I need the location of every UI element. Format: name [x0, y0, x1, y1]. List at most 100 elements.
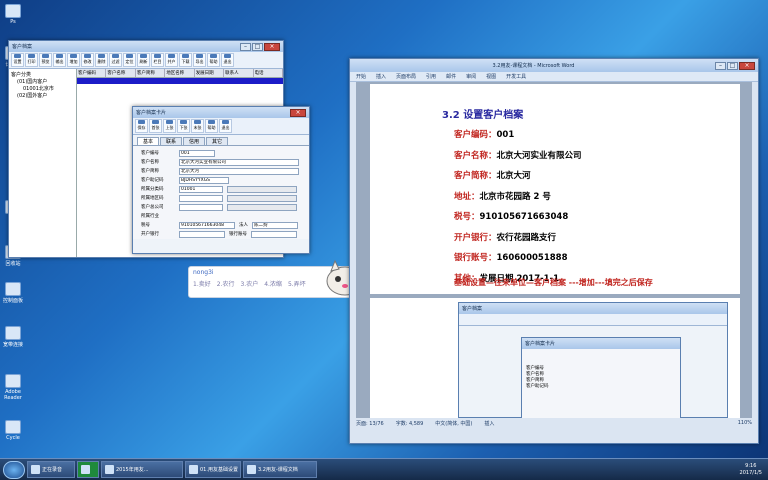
tab-basic[interactable]: 基本: [137, 137, 160, 145]
toolbar-button[interactable]: 修改: [81, 53, 94, 67]
toolbar-button[interactable]: 下载: [179, 53, 192, 67]
maximize-button[interactable]: □: [252, 42, 263, 51]
column-header[interactable]: 客户名称: [106, 69, 136, 77]
ribbon-tab[interactable]: 插入: [376, 73, 386, 80]
column-header[interactable]: 客户编码: [77, 69, 107, 77]
tree-item[interactable]: (01)国内客户: [11, 78, 74, 85]
ribbon-tab[interactable]: 开始: [356, 73, 366, 80]
desktop-icon-cycle[interactable]: Cycle: [2, 420, 24, 441]
desktop-icon-control[interactable]: 控制面板: [2, 282, 24, 304]
toolbar-button[interactable]: 打印: [25, 53, 38, 67]
task-app[interactable]: [77, 461, 99, 478]
tax-number-field[interactable]: 910105671663048: [179, 221, 235, 229]
toolbar-button[interactable]: 并户: [165, 53, 178, 67]
toolbar-label: 增加: [69, 59, 78, 64]
word-count[interactable]: 字数: 4,589: [396, 420, 424, 427]
toolbar-button[interactable]: 退出: [221, 53, 234, 67]
toolbar-button[interactable]: 退出: [219, 119, 232, 133]
ime-candidate[interactable]: 2.农行: [217, 279, 235, 288]
desktop-icon-reader[interactable]: Adobe Reader: [2, 374, 24, 401]
title-bar[interactable]: 客户档案 – □ ×: [9, 41, 283, 52]
ime-candidate[interactable]: 4.浓缩: [264, 279, 282, 288]
tab-credit[interactable]: 信用: [183, 137, 206, 145]
ime-candidate[interactable]: 1.卖好: [193, 279, 211, 288]
column-header[interactable]: 客户简称: [136, 69, 166, 77]
customer-code-field[interactable]: 001: [179, 149, 215, 157]
ribbon-tab[interactable]: 开发工具: [506, 73, 526, 80]
title-bar[interactable]: 3.2用友-课程文档 - Microsoft Word – □ ×: [350, 59, 758, 72]
ribbon-tab[interactable]: 引用: [426, 73, 436, 80]
task-label: 01.用友基础设置: [200, 467, 238, 473]
toolbar-button[interactable]: 删除: [95, 53, 108, 67]
close-button[interactable]: ×: [290, 108, 306, 117]
close-button[interactable]: ×: [264, 42, 280, 51]
toolbar-button[interactable]: 导出: [193, 53, 206, 67]
toolbar-button[interactable]: 预览: [39, 53, 52, 67]
industry-field[interactable]: [179, 213, 223, 220]
column-header[interactable]: 地区名称: [165, 69, 195, 77]
task-browser[interactable]: 2015年用友...: [101, 461, 183, 478]
ribbon-tab[interactable]: 页面布局: [396, 73, 416, 80]
toolbar-button[interactable]: 增加: [67, 53, 80, 67]
region-code-field[interactable]: [179, 194, 223, 202]
ime-candidate[interactable]: 5.弄坏: [288, 279, 306, 288]
toolbar-label: 帮助: [207, 125, 216, 130]
ribbon-tab[interactable]: 视图: [486, 73, 496, 80]
customer-abbr-field[interactable]: 北京大河: [179, 167, 299, 175]
column-header[interactable]: 电话: [254, 69, 283, 77]
ribbon-tab[interactable]: 邮件: [446, 73, 456, 80]
ribbon-tab[interactable]: 审阅: [466, 73, 476, 80]
toolbar-button[interactable]: 帮助: [205, 119, 218, 133]
toolbar-button[interactable]: 栏目: [151, 53, 164, 67]
zoom-level[interactable]: 110%: [738, 420, 752, 427]
bank-account-field[interactable]: [251, 230, 297, 238]
toolbar-button[interactable]: 定位: [123, 53, 136, 67]
toolbar-label: 输出: [55, 59, 64, 64]
tree-root[interactable]: 客户分类: [11, 71, 74, 78]
ime-candidate[interactable]: 3.农户: [240, 279, 258, 288]
close-button[interactable]: ×: [739, 61, 755, 70]
tree-item[interactable]: 01001北京市: [11, 85, 74, 92]
mnemonic-field[interactable]: BJDHSYYXGS: [179, 176, 229, 184]
toolbar-button[interactable]: 上张: [163, 119, 176, 133]
toolbar-button[interactable]: 保存: [135, 119, 148, 133]
document-page-2: 客户档案 客户档案卡片 客户编号 客户名称 客户简称 客户助记码: [370, 298, 740, 418]
task-word[interactable]: 3.2用友-课程文档: [243, 461, 317, 478]
title-bar[interactable]: 客户档案卡片 ×: [133, 107, 309, 118]
minimize-button[interactable]: –: [240, 42, 251, 51]
head-office-field[interactable]: [179, 203, 223, 211]
toolbar-button[interactable]: 下张: [177, 119, 190, 133]
window-title: 客户档案卡片: [136, 110, 167, 116]
clock[interactable]: 9:16 2017/1/5: [740, 463, 762, 477]
toolbar-button[interactable]: 输出: [53, 53, 66, 67]
toolbar-button[interactable]: 设置: [11, 53, 24, 67]
tab-other[interactable]: 其它: [206, 137, 229, 145]
task-ufida[interactable]: 01.用友基础设置: [185, 461, 241, 478]
toolbar-button[interactable]: 刷新: [137, 53, 150, 67]
desktop-icon-ps[interactable]: Ps: [2, 4, 24, 25]
column-header[interactable]: 发展日期: [195, 69, 225, 77]
form-row: 税号 910105671663048 法人 陈二狗: [141, 221, 301, 229]
bank-field[interactable]: [179, 230, 225, 238]
tab-contact[interactable]: 联系: [160, 137, 183, 145]
insert-mode[interactable]: 插入: [484, 420, 494, 427]
maximize-button[interactable]: □: [727, 61, 738, 70]
toolbar-button[interactable]: 末张: [191, 119, 204, 133]
selected-row[interactable]: [77, 78, 283, 84]
task-recording[interactable]: 正在录音: [27, 461, 75, 478]
customer-name-field[interactable]: 北京大河实业有限公司: [179, 158, 299, 166]
language[interactable]: 中文(简体, 中国): [435, 420, 472, 427]
region-name-field: [227, 194, 297, 202]
legal-person-field[interactable]: 陈二狗: [252, 221, 298, 229]
desktop-icon-broadband[interactable]: 宽带连接: [2, 326, 24, 348]
doc-field-key: 银行账号：: [454, 253, 497, 263]
tree-item[interactable]: (02)国外客户: [11, 92, 74, 99]
category-code-field[interactable]: 01001: [179, 185, 223, 193]
start-button[interactable]: [3, 460, 25, 479]
toolbar-button[interactable]: 首张: [149, 119, 162, 133]
minimize-button[interactable]: –: [715, 61, 726, 70]
column-header[interactable]: 联系人: [224, 69, 254, 77]
page-count[interactable]: 页面: 13/76: [356, 420, 384, 427]
toolbar-button[interactable]: 过滤: [109, 53, 122, 67]
toolbar-button[interactable]: 帮助: [207, 53, 220, 67]
